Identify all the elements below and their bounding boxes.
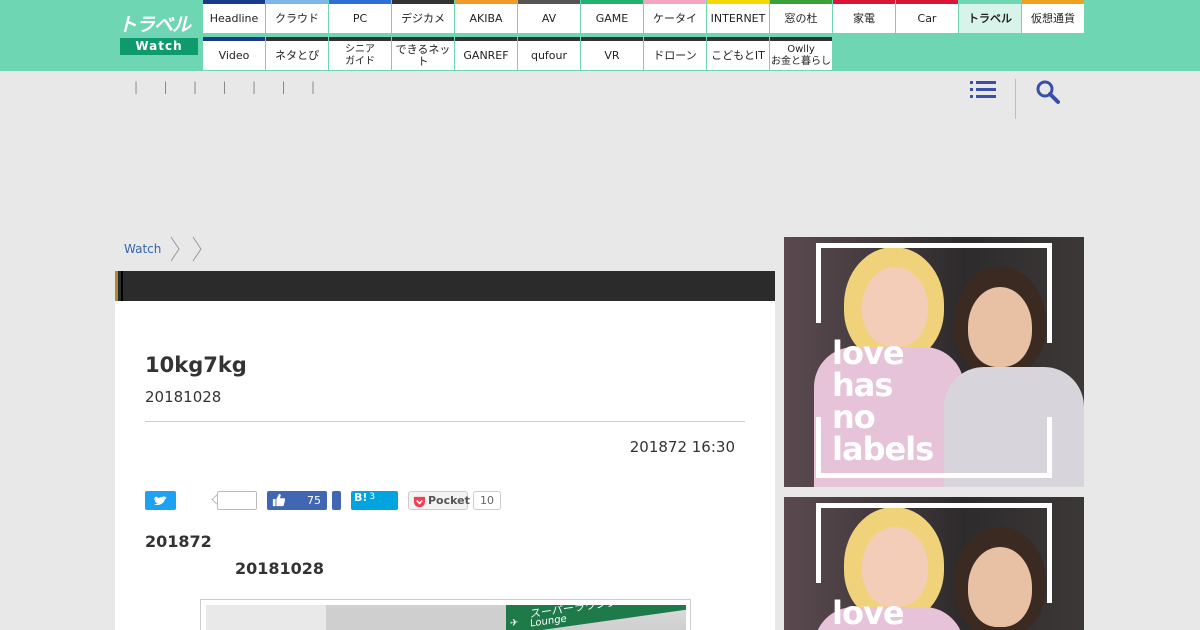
facebook-like-button[interactable]: 75: [267, 491, 327, 510]
ad-headline-line: labels: [832, 430, 934, 468]
lounge-photo: ✈ スーパーラウンジ Lounge: [206, 605, 686, 630]
divider: [145, 421, 745, 422]
nav-item-nav_row1-9[interactable]: 窓の杜: [770, 0, 832, 33]
article-body: 10kg7kg 20181028 201872 16:30 75 B! 3 Poc…: [115, 301, 775, 630]
ad-headline-line: no: [832, 398, 876, 436]
nav-item-nav_row2-0[interactable]: Video: [203, 37, 265, 70]
subnav-divider: |: [222, 80, 227, 94]
ad-frame: [1047, 417, 1052, 478]
ad-frame: [816, 243, 1052, 248]
sidebar-ad[interactable]: love has no labels: [784, 237, 1084, 487]
site-logo[interactable]: トラベル Watch: [118, 12, 200, 56]
sign-arrow-icon: ✈: [510, 617, 519, 630]
nav-item-nav_row1-1[interactable]: クラウド: [266, 0, 328, 33]
ad-photo-shirt-right: [944, 367, 1084, 487]
search-icon[interactable]: [1035, 79, 1061, 105]
nav-item-nav_row1-12[interactable]: トラベル: [959, 0, 1021, 33]
ad-frame: [816, 473, 1052, 478]
thumbs-up-icon: [272, 493, 286, 507]
logo-bottom-text: Watch: [120, 38, 198, 55]
nav-item-nav_row2-1[interactable]: ネタとぴ: [266, 37, 328, 70]
nav-item-nav_row2-8[interactable]: こどもとIT: [707, 37, 769, 70]
sidebar-ad[interactable]: love: [784, 497, 1084, 630]
nav-item-nav_row2-7[interactable]: ドローン: [644, 37, 706, 70]
facebook-count: 75: [307, 494, 321, 507]
twitter-count-bubble: [217, 491, 257, 510]
twitter-share-button[interactable]: [145, 491, 176, 510]
nav-item-nav_row2-4[interactable]: GANREF: [455, 37, 517, 70]
nav-item-nav_row1-3[interactable]: デジカメ: [392, 0, 454, 33]
nav-item-nav_row2-5[interactable]: qufour: [518, 37, 580, 70]
lounge-sign: ✈ スーパーラウンジ Lounge: [506, 605, 686, 630]
hamburger-menu-icon[interactable]: [970, 79, 996, 101]
header-divider: [1015, 79, 1016, 119]
pocket-count: 10: [473, 491, 501, 510]
hatena-bookmark-button[interactable]: B! 3: [351, 491, 398, 510]
nav-item-nav_row1-0[interactable]: Headline: [203, 0, 265, 33]
nav-item-nav_row1-8[interactable]: INTERNET: [707, 0, 769, 33]
nav-item-nav_row1-4[interactable]: AKIBA: [455, 0, 517, 33]
nav-item-nav_row2-9[interactable]: Owlly お金と暮らし: [770, 37, 832, 70]
chevron-right-icon: [170, 236, 180, 262]
subnav-divider: |: [281, 80, 286, 94]
subnav-divider: |: [134, 80, 139, 94]
twitter-bird-icon: [154, 496, 167, 505]
facebook-share-button[interactable]: [332, 491, 341, 510]
subnav-divider: |: [252, 80, 257, 94]
article-subtitle: 20181028: [145, 388, 222, 406]
article-date: 201872 16:30: [629, 438, 735, 456]
nav-item-nav_row1-2[interactable]: PC: [329, 0, 391, 33]
nav-item-nav_row2-2[interactable]: シニア ガイド: [329, 37, 391, 70]
ad-headline-line: love: [832, 334, 905, 372]
site-header: トラベル Watch Headline クラウド PC デジカメ AKIBA AV GAME…: [0, 0, 1200, 71]
nav-item-nav_row2-3[interactable]: できるネット: [392, 37, 454, 70]
ad-frame: [1047, 243, 1052, 343]
nav-item-nav_row1-5[interactable]: AV: [518, 0, 580, 33]
nav-item-nav_row1-6[interactable]: GAME: [581, 0, 643, 33]
ad-photo-face-right: [968, 287, 1032, 367]
ad-headline-line: love: [832, 594, 905, 630]
subnav-divider: |: [311, 80, 316, 94]
logo-top-text: トラベル: [118, 14, 191, 36]
ad-frame: [1047, 503, 1052, 603]
nav-item-nav_row1-7[interactable]: ケータイ: [644, 0, 706, 33]
category-title-bar: [115, 271, 775, 301]
subnav-divider: |: [163, 80, 168, 94]
pocket-label: Pocket: [428, 494, 470, 507]
chevron-right-icon: [192, 236, 202, 262]
nav-item-nav_row1-11[interactable]: Car: [896, 0, 958, 33]
breadcrumb-item-watch[interactable]: Watch: [124, 242, 161, 256]
title-bar-accent: [121, 271, 123, 301]
ad-frame: [816, 417, 821, 478]
nav-item-nav_row1-13[interactable]: 仮想通貨: [1022, 0, 1084, 33]
subnav-divider: |: [193, 80, 198, 94]
subnav-dividers: | | | | | | |: [134, 80, 334, 96]
nav-item-nav_row1-10[interactable]: 家電: [833, 0, 895, 33]
ad-photo-face-right: [968, 547, 1032, 627]
ad-frame: [816, 503, 821, 583]
body-text-event-date: 20181028: [235, 559, 325, 578]
category-nav: Headline クラウド PC デジカメ AKIBA AV GAME ケータイ INTERNE…: [203, 0, 1085, 71]
ad-frame: [816, 503, 1052, 508]
ad-headline: love has no labels: [832, 334, 934, 468]
body-text-date: 201872: [145, 532, 212, 551]
pocket-icon: [413, 496, 426, 508]
pocket-button[interactable]: Pocket: [408, 491, 470, 510]
hatena-count: 3: [369, 492, 376, 502]
ad-headline: love: [832, 594, 905, 630]
nav-item-nav_row2-6[interactable]: VR: [581, 37, 643, 70]
breadcrumb: Watch: [124, 236, 211, 262]
share-buttons: 75 B! 3 Pocket 10: [145, 491, 545, 511]
hatena-label: B!: [354, 491, 368, 504]
ad-headline-line: has: [832, 366, 893, 404]
article-title: 10kg7kg: [145, 353, 247, 377]
ad-frame: [816, 243, 821, 323]
article-photo[interactable]: ✈ スーパーラウンジ Lounge: [200, 599, 691, 630]
